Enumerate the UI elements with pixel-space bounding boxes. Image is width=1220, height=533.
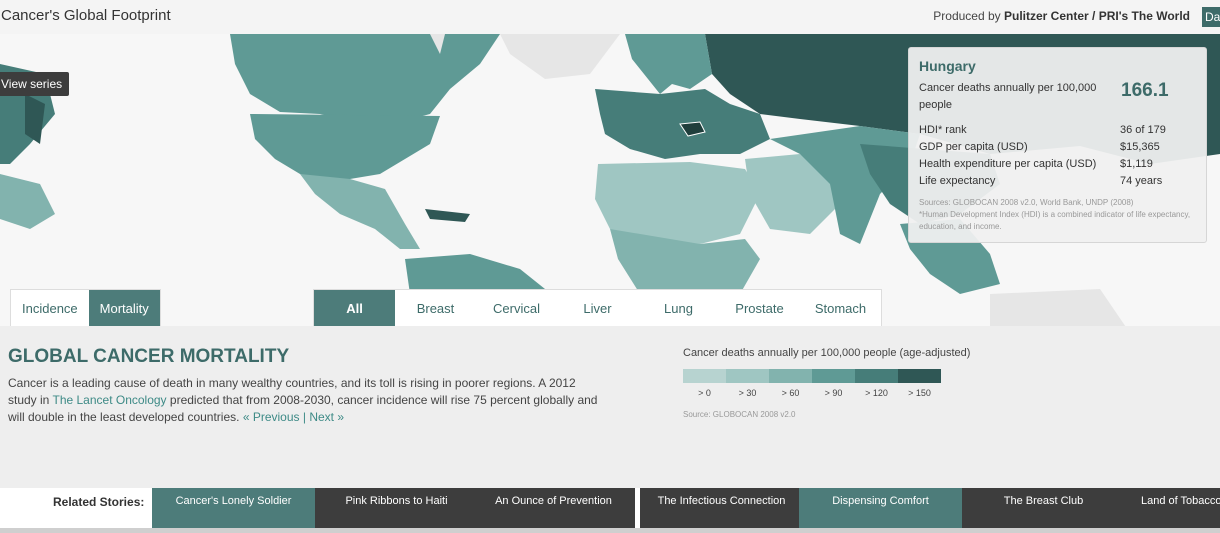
cancer-type-tabs: All Breast Cervical Liver Lung Prostate … [313,289,882,326]
tab-cervical[interactable]: Cervical [476,290,557,326]
stat-value: 74 years [1120,175,1163,187]
legend-swatch [683,369,726,383]
stat-row-life-expectancy: Life expectancy 74 years [919,173,1196,190]
tab-liver[interactable]: Liver [557,290,638,326]
stat-label: Health expenditure per capita (USD) [919,158,1097,170]
data-button[interactable]: Da [1202,7,1220,27]
info-main-value: 166.1 [1121,80,1169,101]
stat-value: $1,119 [1120,158,1153,170]
info-main-stat: Cancer deaths annually per 100,000 peopl… [919,80,1196,118]
story-link[interactable]: An Ounce of Prevention [472,488,635,528]
description-section: GLOBAL CANCER MORTALITY Cancer is a lead… [0,326,1220,488]
produced-by: Produced by Pulitzer Center / PRI's The … [933,9,1190,23]
bottom-divider [0,528,1220,533]
stat-value: 36 of 179 [1120,124,1166,136]
stat-label: GDP per capita (USD) [919,141,1028,153]
section-title: GLOBAL CANCER MORTALITY [8,346,290,367]
tab-mortality[interactable]: Mortality [88,290,160,326]
stat-row-gdp: GDP per capita (USD) $15,365 [919,139,1196,156]
stat-label: Life expectancy [919,175,996,187]
legend-label: > 0 [698,388,711,398]
produced-prefix: Produced by [933,9,1001,23]
lancet-link[interactable]: The Lancet Oncology [52,393,166,407]
story-link[interactable]: Land of Tobacco [1125,488,1220,528]
tab-incidence[interactable]: Incidence [11,290,89,326]
next-link[interactable]: Next » [309,410,344,424]
info-country-name: Hungary [919,58,976,74]
pager-separator: | [299,410,310,424]
legend-swatch [812,369,855,383]
related-stories-label: Related Stories: [53,495,145,509]
legend-swatch [769,369,812,383]
stat-label: HDI* rank [919,124,967,136]
site-title: Cancer's Global Footprint [1,7,171,24]
section-body: Cancer is a leading cause of death in ma… [8,375,606,426]
legend-swatch [898,369,941,383]
legend-swatch [726,369,769,383]
legend-label: > 90 [824,388,843,398]
legend-source: Source: GLOBOCAN 2008 v2.0 [683,410,796,419]
story-link[interactable]: Cancer's Lonely Soldier [152,488,315,528]
info-main-label: Cancer deaths annually per 100,000 peopl… [919,82,1097,111]
stat-row-hdi: HDI* rank 36 of 179 [919,122,1196,139]
legend-swatch [855,369,898,383]
legend-label: > 120 [865,388,888,398]
type-tabs: Incidence Mortality [10,289,161,326]
story-link[interactable]: Dispensing Comfort [799,488,962,528]
tab-prostate[interactable]: Prostate [719,290,800,326]
legend-bar [683,369,941,383]
producer-link[interactable]: Pulitzer Center / PRI's The World [1004,9,1190,23]
previous-link[interactable]: « Previous [243,410,300,424]
top-bar: Cancer's Global Footprint Produced by Pu… [0,0,1220,34]
legend-label: > 30 [738,388,757,398]
tab-stomach[interactable]: Stomach [800,290,881,326]
story-link[interactable]: Pink Ribbons to Haiti [315,488,478,528]
view-series-button[interactable]: View series [0,72,70,96]
country-info-panel: Hungary Cancer deaths annually per 100,0… [908,47,1207,243]
legend-labels: > 0 > 30 > 60 > 90 > 120 > 150 [683,388,941,398]
stat-row-health-expenditure: Health expenditure per capita (USD) $1,1… [919,156,1196,173]
info-footnote: *Human Development Index (HDI) is a comb… [919,210,1191,231]
tab-all[interactable]: All [314,290,395,326]
story-link[interactable]: The Breast Club [962,488,1125,528]
story-link[interactable]: The Infectious Connection [640,488,803,528]
info-sources: Sources: GLOBOCAN 2008 v2.0, World Bank,… [919,197,1196,233]
legend-title: Cancer deaths annually per 100,000 peopl… [683,347,971,359]
tab-lung[interactable]: Lung [638,290,719,326]
stat-value: $15,365 [1120,141,1160,153]
legend-label: > 60 [781,388,800,398]
related-stories-bar: Related Stories: Cancer's Lonely Soldier… [0,488,1220,528]
legend-label: > 150 [908,388,931,398]
tab-breast[interactable]: Breast [395,290,476,326]
info-sources-line: Sources: GLOBOCAN 2008 v2.0, World Bank,… [919,198,1134,207]
